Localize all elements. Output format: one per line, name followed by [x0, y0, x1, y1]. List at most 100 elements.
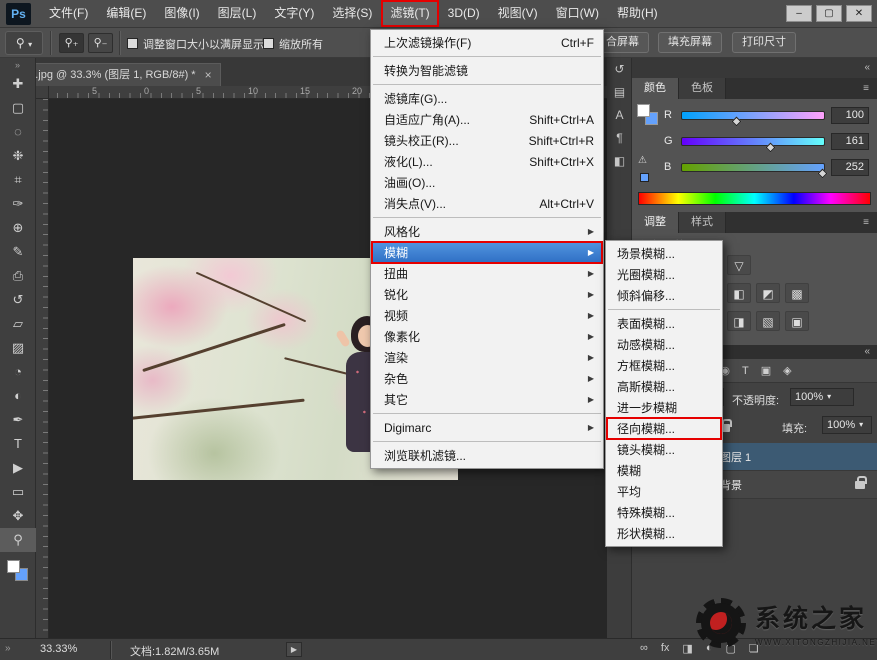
status-zoom-level[interactable]: 33.33%	[40, 643, 77, 655]
minimize-button[interactable]: –	[786, 5, 812, 22]
paragraph-panel-icon[interactable]: ¶	[607, 127, 632, 150]
slider-thumb[interactable]	[732, 116, 742, 126]
filter-menu-item-4[interactable]: 滤镜库(G)...	[371, 88, 603, 109]
adjustments-panel-tab-0[interactable]: 调整	[632, 212, 679, 233]
menubar-item-10[interactable]: 帮助(H)	[608, 0, 667, 27]
gamut-cube-icon[interactable]	[640, 173, 649, 182]
blur-submenu-item-10[interactable]: 镜头模糊...	[606, 439, 722, 460]
type-tool[interactable]: T	[0, 432, 36, 456]
filter-menu-item-9[interactable]: 消失点(V)...Alt+Ctrl+V	[371, 193, 603, 214]
document-tab[interactable]: 00.jpg @ 33.3% (图层 1, RGB/8#) * ×	[14, 63, 221, 86]
tab-close-icon[interactable]: ×	[205, 65, 212, 85]
threshold-icon[interactable]: ◨	[727, 311, 751, 331]
blur-submenu-item-2[interactable]: 倾斜偏移...	[606, 285, 722, 306]
close-button[interactable]: ✕	[846, 5, 872, 22]
layer-mask-icon[interactable]: ◨	[682, 642, 692, 655]
channel-value-G[interactable]: 161	[831, 133, 869, 150]
slider-thumb[interactable]	[766, 142, 776, 152]
menubar-item-8[interactable]: 视图(V)	[489, 0, 547, 27]
foreground-color-swatch[interactable]	[7, 560, 20, 573]
maximize-button[interactable]: ▢	[816, 5, 842, 22]
blur-submenu-item-6[interactable]: 方框模糊...	[606, 355, 722, 376]
gradient-tool[interactable]: ▨	[0, 336, 36, 360]
color-panel-tab-1[interactable]: 色板	[679, 78, 726, 99]
zoom-in-button[interactable]: ⚲₊	[59, 33, 84, 53]
menubar-item-0[interactable]: 文件(F)	[40, 0, 97, 27]
filter-menu-item-21[interactable]: Digimarc▶	[371, 417, 603, 438]
filter-type-layers-icon[interactable]: T	[742, 365, 749, 377]
selective-color-icon[interactable]: ▣	[785, 311, 809, 331]
filter-menu-item-23[interactable]: 浏览联机滤镜...	[371, 445, 603, 466]
blur-submenu-item-4[interactable]: 表面模糊...	[606, 313, 722, 334]
photo-filter-icon[interactable]: ◩	[756, 283, 780, 303]
clone-stamp-tool[interactable]: ⎙	[0, 264, 36, 288]
blur-submenu-item-1[interactable]: 光圈模糊...	[606, 264, 722, 285]
fill-value[interactable]: 100% ▾	[822, 416, 872, 434]
toolbar-collapse-icon[interactable]: »	[0, 58, 35, 72]
dodge-tool[interactable]: ◐	[0, 384, 36, 408]
status-collapse-icon[interactable]: »	[5, 643, 11, 654]
menubar-item-2[interactable]: 图像(I)	[155, 0, 208, 27]
resize-window-checkbox[interactable]	[127, 38, 138, 49]
menubar-item-3[interactable]: 图层(L)	[209, 0, 266, 27]
filter-menu-item-17[interactable]: 渲染▶	[371, 347, 603, 368]
zoom-all-checkbox[interactable]	[263, 38, 274, 49]
gradient-map-icon[interactable]: ▧	[756, 311, 780, 331]
filter-smart-objects-icon[interactable]: ◈	[783, 364, 791, 377]
channel-slider-G[interactable]	[681, 137, 825, 146]
panel-menu-icon[interactable]: ≡	[855, 212, 877, 233]
channel-value-R[interactable]: 100	[831, 107, 869, 124]
pen-tool[interactable]: ✒	[0, 408, 36, 432]
hand-tool[interactable]: ✥	[0, 504, 36, 528]
link-layers-icon[interactable]: ∞	[640, 642, 648, 655]
filter-menu-item-16[interactable]: 像素化▶	[371, 326, 603, 347]
brush-tool[interactable]: ✎	[0, 240, 36, 264]
blur-submenu-item-8[interactable]: 进一步模糊	[606, 397, 722, 418]
history-panel-icon[interactable]: ↺	[607, 58, 632, 81]
menubar-item-5[interactable]: 选择(S)	[323, 0, 381, 27]
print-size-button[interactable]: 打印尺寸	[732, 32, 796, 53]
color-panel-tab-0[interactable]: 颜色	[632, 78, 679, 99]
adjustments-panel-tab-1[interactable]: 样式	[679, 212, 726, 233]
zoom-tool-badge[interactable]: ⚲ ▾	[5, 31, 43, 55]
layer-style-icon[interactable]: fx	[661, 642, 670, 655]
filter-menu-item-15[interactable]: 视频▶	[371, 305, 603, 326]
blur-submenu-item-13[interactable]: 特殊模糊...	[606, 502, 722, 523]
status-menu-arrow[interactable]: ▶	[286, 642, 302, 657]
info-panel-icon[interactable]: ◧	[607, 150, 632, 173]
healing-brush-tool[interactable]: ⊕	[0, 216, 36, 240]
blur-submenu-item-7[interactable]: 高斯模糊...	[606, 376, 722, 397]
history-brush-tool[interactable]: ↺	[0, 288, 36, 312]
color-spectrum-bar[interactable]	[638, 192, 871, 205]
filter-menu-item-2[interactable]: 转换为智能滤镜	[371, 60, 603, 81]
menubar-item-7[interactable]: 3D(D)	[439, 0, 489, 27]
fill-screen-button[interactable]: 填充屏幕	[658, 32, 722, 53]
lasso-tool[interactable]: ◌	[0, 120, 36, 144]
marquee-tool[interactable]: ▢	[0, 96, 36, 120]
menubar-item-4[interactable]: 文字(Y)	[265, 0, 323, 27]
menubar-item-6[interactable]: 滤镜(T)	[381, 0, 438, 27]
shape-tool[interactable]: ▭	[0, 480, 36, 504]
channel-mixer-icon[interactable]: ▩	[785, 283, 809, 303]
channel-slider-B[interactable]	[681, 163, 825, 172]
black-white-icon[interactable]: ◧	[727, 283, 751, 303]
eyedropper-tool[interactable]: ✑	[0, 192, 36, 216]
filter-menu-item-blur[interactable]: 模糊▶	[371, 242, 603, 263]
blur-submenu-item-12[interactable]: 平均	[606, 481, 722, 502]
menubar-item-1[interactable]: 编辑(E)	[97, 0, 155, 27]
filter-shape-layers-icon[interactable]: ▣	[761, 364, 771, 377]
filter-menu-item-7[interactable]: 液化(L)...Shift+Ctrl+X	[371, 151, 603, 172]
properties-panel-icon[interactable]: ▤	[607, 81, 632, 104]
crop-tool[interactable]: ⌗	[0, 168, 36, 192]
eraser-tool[interactable]: ▱	[0, 312, 36, 336]
opacity-value[interactable]: 100% ▾	[790, 388, 854, 406]
collapse-panels-icon[interactable]: «	[864, 62, 870, 73]
filter-menu-item-18[interactable]: 杂色▶	[371, 368, 603, 389]
path-selection-tool[interactable]: ▶	[0, 456, 36, 480]
zoom-tool[interactable]: ⚲	[0, 528, 36, 552]
slider-thumb[interactable]	[817, 168, 827, 178]
filter-menu-item-5[interactable]: 自适应广角(A)...Shift+Ctrl+A	[371, 109, 603, 130]
filter-menu-item-8[interactable]: 油画(O)...	[371, 172, 603, 193]
blur-submenu-item-radial-blur[interactable]: 径向模糊...	[606, 418, 722, 439]
blur-submenu-item-14[interactable]: 形状模糊...	[606, 523, 722, 544]
